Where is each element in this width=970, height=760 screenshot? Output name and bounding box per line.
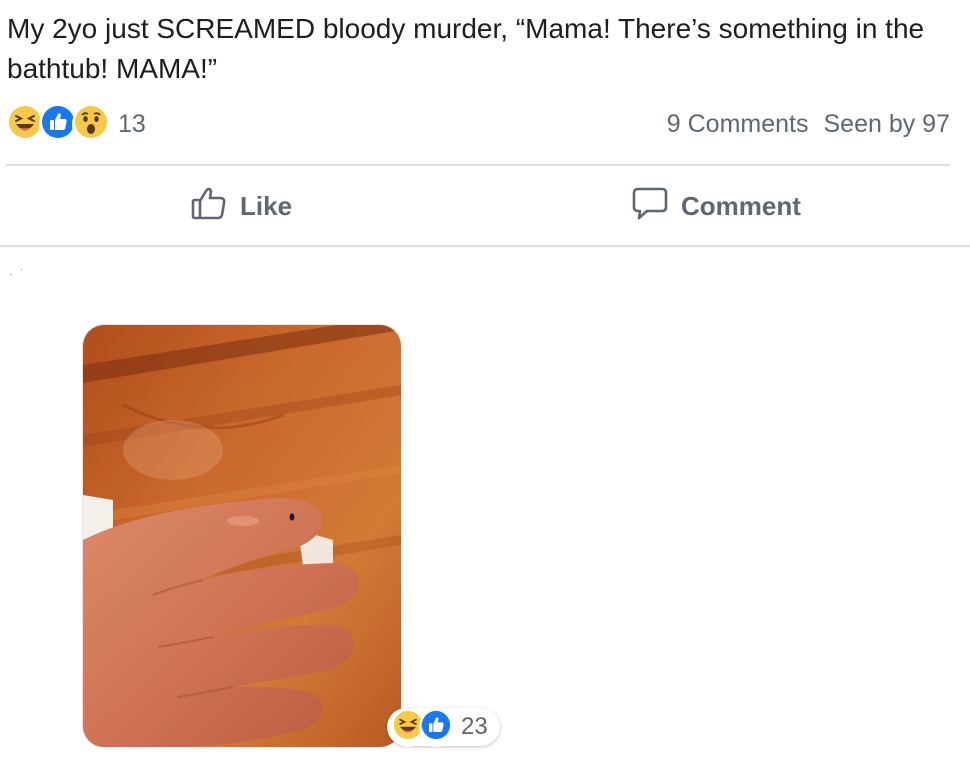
- commenter-avatar-fragment: [9, 268, 23, 276]
- like-label: Like: [240, 190, 293, 221]
- seen-by-link[interactable]: Seen by 97: [824, 110, 951, 139]
- speech-bubble-icon: [631, 184, 669, 229]
- divider: [6, 164, 950, 166]
- like-button[interactable]: Like: [190, 184, 292, 228]
- finger-photo-image: [83, 325, 401, 747]
- reaction-count[interactable]: 13: [118, 110, 146, 139]
- wow-emoji-icon: [72, 102, 110, 146]
- post-text: My 2yo just SCREAMED bloody murder, “Mam…: [7, 13, 925, 84]
- thumbs-up-icon: [190, 184, 228, 229]
- reactions-summary[interactable]: 13: [6, 102, 146, 146]
- comment-label: Comment: [681, 190, 801, 221]
- comment-reactions-badge[interactable]: 23: [387, 707, 500, 747]
- post-summary-bar: 13 9 Comments Seen by 97: [6, 102, 950, 146]
- divider: [0, 245, 970, 247]
- reaction-icons[interactable]: [6, 102, 110, 146]
- like-thumb-icon: [419, 707, 453, 747]
- comment-reaction-count: 23: [461, 713, 488, 740]
- comments-count-link[interactable]: 9 Comments: [667, 110, 809, 139]
- post-meta: 9 Comments Seen by 97: [667, 110, 950, 139]
- post-action-bar: Like Comment: [0, 170, 970, 242]
- comment-button[interactable]: Comment: [631, 184, 801, 228]
- comment-photo[interactable]: [82, 324, 402, 748]
